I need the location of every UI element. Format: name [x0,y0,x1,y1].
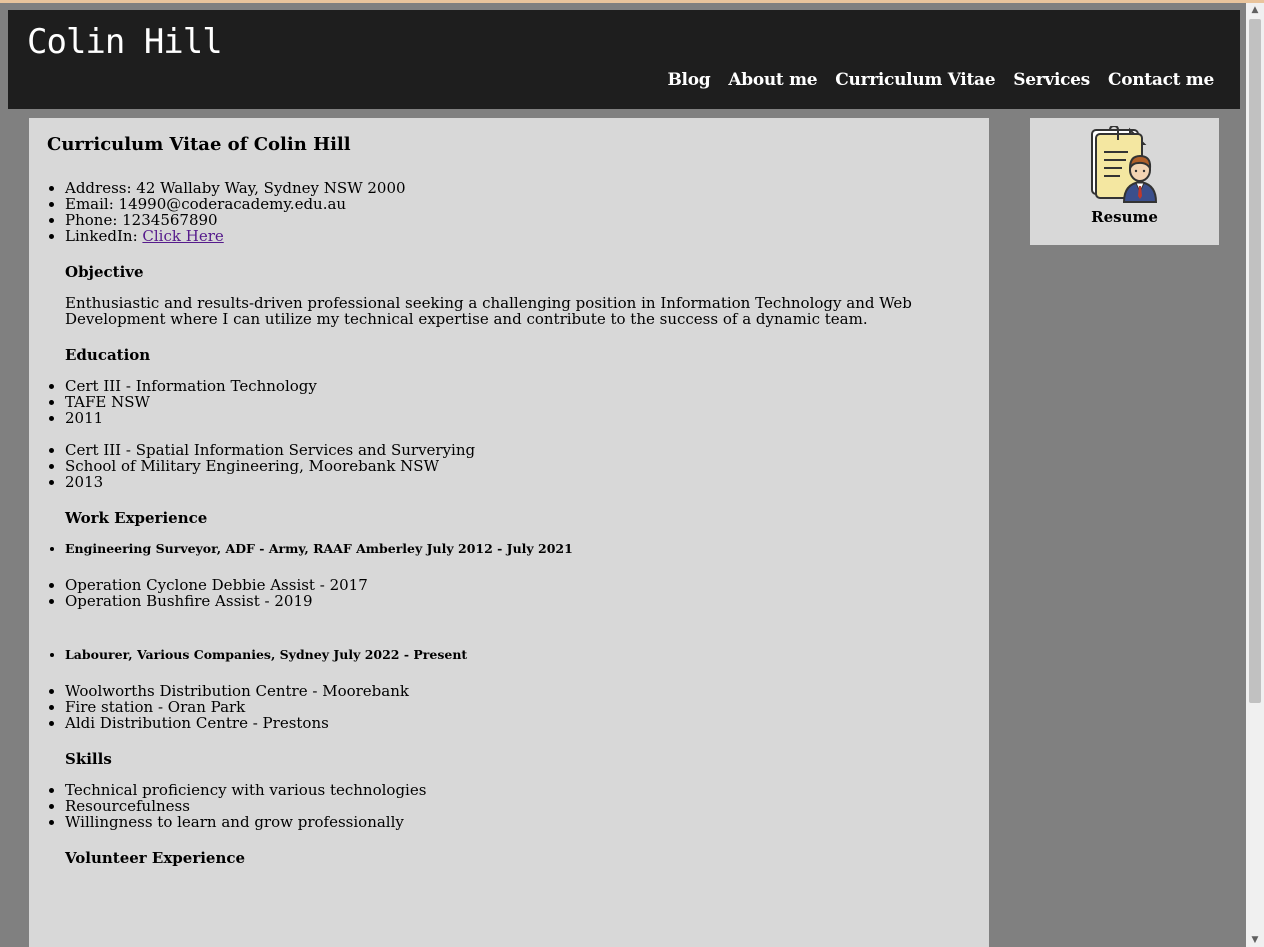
skill-item: Willingness to learn and grow profession… [65,814,971,830]
contact-linkedin: LinkedIn: Click Here [65,228,971,244]
contact-phone: Phone: 1234567890 [65,212,971,228]
job-item: Operation Cyclone Debbie Assist - 2017 [65,577,971,593]
cv-title: Curriculum Vitae of Colin Hill [47,134,351,155]
site-title: Colin Hill [27,22,223,62]
education-item: 2011 [65,410,971,426]
volunteer-heading: Volunteer Experience [65,849,246,867]
job-title-list-2: Labourer, Various Companies, Sydney July… [47,647,971,663]
skill-item: Technical proficiency with various techn… [65,782,971,798]
job-item: Aldi Distribution Centre - Prestons [65,715,971,731]
contact-list: Address: 42 Wallaby Way, Sydney NSW 2000… [47,180,971,244]
education-list-2: Cert III - Spatial Information Services … [47,442,971,490]
education-item: TAFE NSW [65,394,971,410]
job-item: Woolworths Distribution Centre - Mooreba… [65,683,971,699]
objective-text: Enthusiastic and results-driven professi… [65,294,912,328]
vertical-scrollbar[interactable]: ▲ ▼ [1246,3,1264,947]
cv-panel: Curriculum Vitae of Colin Hill Address: … [29,118,989,947]
linkedin-link[interactable]: Click Here [142,227,223,245]
job-item: Fire station - Oran Park [65,699,971,715]
scroll-up-arrow-icon[interactable]: ▲ [1246,3,1264,17]
resume-sidebar[interactable]: Resume [1030,118,1219,245]
education-item: Cert III - Information Technology [65,378,971,394]
nav-link-contact-me[interactable]: Contact me [1108,70,1214,90]
skill-item: Resourcefulness [65,798,971,814]
work-heading: Work Experience [65,509,208,527]
job-title-list-1: Engineering Surveyor, ADF - Army, RAAF A… [47,541,971,557]
education-item: 2013 [65,474,971,490]
skills-list: Technical proficiency with various techn… [47,782,971,830]
job-title: Labourer, Various Companies, Sydney July… [65,647,971,663]
nav-link-curriculum-vitae[interactable]: Curriculum Vitae [835,70,995,90]
nav-link-about-me[interactable]: About me [728,70,817,90]
scroll-down-arrow-icon[interactable]: ▼ [1246,933,1264,947]
site-header: Colin Hill Blog About me Curriculum Vita… [8,10,1240,109]
job-items-list-1: Operation Cyclone Debbie Assist - 2017 O… [47,577,971,609]
job-title: Engineering Surveyor, ADF - Army, RAAF A… [65,541,971,557]
education-list-1: Cert III - Information Technology TAFE N… [47,378,971,426]
education-item: School of Military Engineering, Mooreban… [65,458,971,474]
job-items-list-2: Woolworths Distribution Centre - Mooreba… [47,683,971,731]
job-item: Operation Bushfire Assist - 2019 [65,593,971,609]
objective-heading: Objective [65,263,144,281]
linkedin-label: LinkedIn: [65,227,143,245]
main-nav: Blog About me Curriculum Vitae Services … [667,70,1214,90]
contact-address: Address: 42 Wallaby Way, Sydney NSW 2000 [65,180,971,196]
contact-email: Email: 14990@coderacademy.edu.au [65,196,971,212]
resume-icon [1090,126,1157,203]
education-item: Cert III - Spatial Information Services … [65,442,971,458]
nav-link-services[interactable]: Services [1013,70,1090,90]
nav-link-blog[interactable]: Blog [667,70,710,90]
scrollbar-thumb[interactable] [1249,19,1261,703]
education-heading: Education [65,346,151,364]
skills-heading: Skills [65,750,112,768]
resume-caption[interactable]: Resume [1030,208,1219,226]
